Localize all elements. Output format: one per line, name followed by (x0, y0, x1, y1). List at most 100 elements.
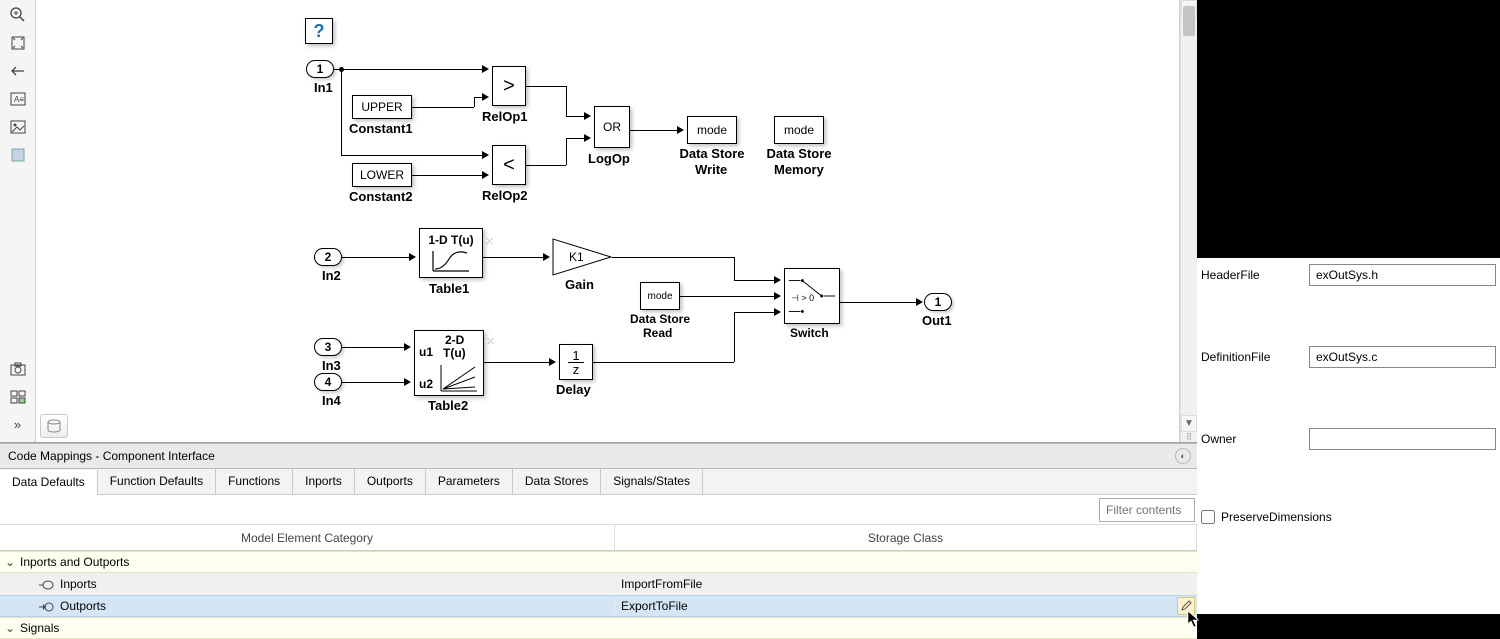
delay-label: Delay (556, 382, 591, 397)
table2-u2: u2 (419, 377, 433, 391)
model-canvas[interactable]: ? 1 In1 UPPER Constant1 LOWER Constant2 (36, 0, 1180, 442)
canvas-toolbar: A≡ » (0, 0, 36, 442)
switch-block[interactable]: ⊣ > 0 (784, 268, 840, 324)
table2-u1: u1 (419, 345, 433, 359)
data-store-write-block[interactable]: mode (687, 116, 737, 144)
chevron-down-icon: ⌄ (4, 555, 16, 569)
row-inports[interactable]: Inports ImportFromFile (0, 573, 1197, 595)
relop2-block[interactable]: < (492, 145, 526, 185)
data-store-read-label2: Read (643, 326, 672, 340)
th-storage-class: Storage Class (615, 525, 1197, 550)
edit-pencil-icon[interactable] (1177, 597, 1195, 615)
tab-parameters[interactable]: Parameters (426, 469, 513, 494)
group-inports-outports[interactable]: ⌄ Inports and Outports (0, 551, 1197, 573)
panel-title: Code Mappings - Component Interface (8, 449, 215, 463)
model-canvas-wrap: A≡ » ? 1 In1 UPPER Constant1 (0, 0, 1197, 443)
inport-4-label: In4 (322, 393, 341, 408)
tab-inports[interactable]: Inports (293, 469, 355, 494)
camera-icon[interactable] (4, 355, 32, 382)
nav-back-icon[interactable] (4, 57, 32, 84)
panel-top-mask (1197, 0, 1500, 258)
tab-function-defaults[interactable]: Function Defaults (98, 469, 216, 494)
constant2-block[interactable]: LOWER (352, 163, 412, 187)
fit-to-view-icon[interactable] (4, 29, 32, 56)
tab-functions[interactable]: Functions (216, 469, 293, 494)
group-signals[interactable]: ⌄ Signals (0, 617, 1197, 639)
owner-label: Owner (1201, 428, 1309, 446)
table2-text1: 2-D (445, 333, 464, 347)
switch-condition: ⊣ > 0 (791, 293, 814, 304)
inport-4[interactable]: 4 (314, 373, 342, 391)
constant1-label: Constant1 (349, 121, 413, 136)
delay-block[interactable]: 1 z (559, 344, 593, 380)
row-inports-class: ImportFromFile (615, 577, 1197, 591)
tab-signals-states[interactable]: Signals/States (601, 469, 703, 494)
headerfile-input[interactable] (1309, 264, 1496, 286)
table2-text2: T(u) (443, 346, 466, 360)
zoom-in-icon[interactable] (4, 1, 32, 28)
model-browser-button[interactable] (40, 414, 68, 438)
row-outports-class: ExportToFile (615, 599, 1197, 613)
svg-text:A≡: A≡ (14, 95, 24, 104)
data-store-memory-label2: Memory (774, 162, 824, 177)
owner-input[interactable] (1309, 428, 1496, 450)
gain-text: K1 (569, 250, 584, 264)
filter-input[interactable] (1099, 498, 1195, 522)
group-label: Inports and Outports (20, 555, 129, 569)
data-store-read-block[interactable]: mode (640, 282, 680, 310)
table1-block[interactable]: 1-D T(u) (419, 228, 483, 278)
vertical-scrollbar[interactable]: ▲ ▼ ⠿ (1180, 0, 1197, 442)
inport-2-label: In2 (322, 268, 341, 283)
model-help-block[interactable]: ? (305, 18, 333, 44)
switch-label: Switch (790, 326, 829, 340)
table1-text: 1-D T(u) (428, 233, 473, 247)
data-store-memory-block[interactable]: mode (774, 116, 824, 144)
outport-icon (38, 601, 54, 611)
constant2-label: Constant2 (349, 189, 413, 204)
area-icon[interactable] (4, 141, 32, 168)
panel-icon[interactable] (4, 383, 32, 410)
relop1-block[interactable]: > (492, 66, 526, 106)
scroll-down-icon[interactable]: ▼ (1181, 415, 1197, 432)
resize-grip[interactable]: ⠿ (1181, 432, 1197, 442)
definitionfile-input[interactable] (1309, 346, 1496, 368)
chevron-right-icon[interactable]: » (4, 411, 32, 438)
tab-outports[interactable]: Outports (355, 469, 426, 494)
annotation-icon[interactable]: A≡ (4, 85, 32, 112)
inport-2[interactable]: 2 (314, 248, 342, 266)
inport-3[interactable]: 3 (314, 338, 342, 356)
relop2-label: RelOp2 (482, 188, 528, 203)
preservedimensions-checkbox[interactable] (1201, 510, 1215, 524)
outport-1-label: Out1 (922, 313, 952, 328)
constant1-block[interactable]: UPPER (352, 95, 412, 119)
tab-data-defaults[interactable]: Data Defaults (0, 470, 98, 495)
row-outports[interactable]: Outports ExportToFile (0, 595, 1197, 617)
inport-icon (38, 579, 54, 589)
logic-op-block[interactable]: OR (594, 106, 630, 148)
outport-1[interactable]: 1 (924, 293, 952, 311)
tab-data-stores[interactable]: Data Stores (513, 469, 601, 494)
table1-label: Table1 (429, 281, 469, 296)
table-header: Model Element Category Storage Class (0, 525, 1197, 551)
delay-den: z (573, 363, 580, 377)
data-store-write-label2: Write (695, 162, 727, 177)
data-store-memory-label1: Data Store (763, 146, 835, 161)
chevron-down-icon: ⌄ (4, 621, 16, 635)
table2-block[interactable]: u1 u2 2-D T(u) (414, 330, 484, 396)
data-store-write-label1: Data Store (676, 146, 748, 161)
inport-1-label: In1 (314, 80, 333, 95)
signal-badge-2: ⤬ (487, 336, 494, 347)
gain-label: Gain (565, 277, 594, 292)
image-icon[interactable] (4, 113, 32, 140)
table2-label: Table2 (428, 398, 468, 413)
definitionfile-label: DefinitionFile (1201, 346, 1309, 364)
scroll-thumb[interactable] (1183, 6, 1195, 36)
code-mappings-tabs: Data Defaults Function Defaults Function… (0, 469, 1197, 495)
inport-1[interactable]: 1 (306, 60, 334, 78)
filter-row (0, 495, 1197, 525)
inport-3-label: In3 (322, 358, 341, 373)
properties-panel: HeaderFile DefinitionFile Owner Preserve… (1197, 0, 1500, 639)
panel-pin-icon[interactable]: ◐ (1175, 448, 1191, 464)
gain-block[interactable]: K1 Gain (551, 237, 617, 282)
logic-op-label: LogOp (588, 151, 630, 166)
